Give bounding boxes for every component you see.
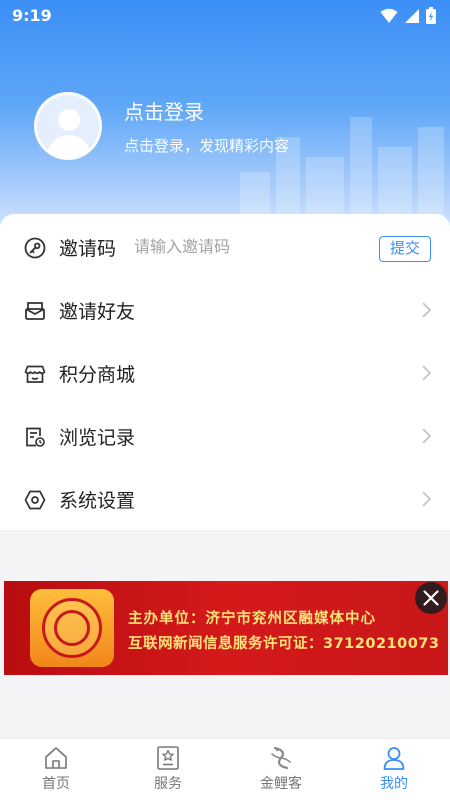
profile-header: 9:19 点击登录 点击登录，发现精彩内容 [0,0,450,232]
chevron-right-icon [422,302,432,318]
bookmark-star-icon [157,746,179,770]
avatar[interactable] [34,92,102,160]
status-time: 9:19 [12,6,52,25]
tab-label: 我的 [380,776,408,792]
settings-icon [24,490,46,510]
login-title[interactable]: 点击登录 [124,96,289,125]
sponsor-banner[interactable]: 主办单位：济宁市兖州区融媒体中心 互联网新闻信息服务许可证：3712021007… [4,581,448,675]
menu-item-points-mall[interactable]: 积分商城 [0,342,450,404]
status-bar: 9:19 [0,0,450,32]
menu-item-label: 邀请好友 [59,300,136,323]
invite-code-input[interactable] [134,237,354,256]
user-icon [383,747,405,770]
tab-mine[interactable]: 我的 [338,739,450,800]
media-center-logo [30,589,114,667]
banner-license-text: 互联网新闻信息服务许可证：37120210073 [128,636,440,652]
chevron-right-icon [422,428,432,444]
envelope-icon [25,302,45,320]
menu-item-invite-friends[interactable]: 邀请好友 [0,279,450,341]
invite-code-label: 邀请码 [59,237,117,260]
menu-card: 邀请码 提交 邀请好友 积分商城 浏览记录 [0,214,450,530]
menu-item-browse-history[interactable]: 浏览记录 [0,405,450,467]
menu-item-label: 积分商城 [59,363,136,386]
menu-item-label: 系统设置 [59,489,136,512]
store-icon [24,365,46,383]
tab-label: 服务 [154,776,182,792]
tab-services[interactable]: 服务 [112,739,224,800]
tab-jinlike[interactable]: 金鲤客 [225,739,337,800]
invite-code-row: 邀请码 提交 [0,216,450,278]
menu-item-settings[interactable]: 系统设置 [0,468,450,530]
login-subtitle: 点击登录，发现精彩内容 [124,137,290,155]
carp-logo-icon [271,746,291,770]
menu-item-label: 浏览记录 [59,426,136,449]
battery-icon [426,7,436,24]
wifi-icon [380,8,398,23]
home-icon [45,747,67,769]
key-icon [24,237,46,259]
history-icon [26,427,45,447]
chevron-right-icon [422,365,432,381]
submit-button[interactable]: 提交 [379,236,431,262]
bottom-tab-bar: 首页 服务 金鲤客 我的 [0,738,450,800]
tab-label: 首页 [42,776,70,792]
login-prompt[interactable]: 点击登录 点击登录，发现精彩内容 [34,92,289,160]
signal-icon [405,8,419,23]
banner-close-button[interactable] [415,582,447,614]
tab-label: 金鲤客 [260,776,302,792]
banner-host-text: 主办单位：济宁市兖州区融媒体中心 [128,611,376,627]
chevron-right-icon [422,491,432,507]
tab-home[interactable]: 首页 [0,739,112,800]
close-icon [423,590,439,606]
